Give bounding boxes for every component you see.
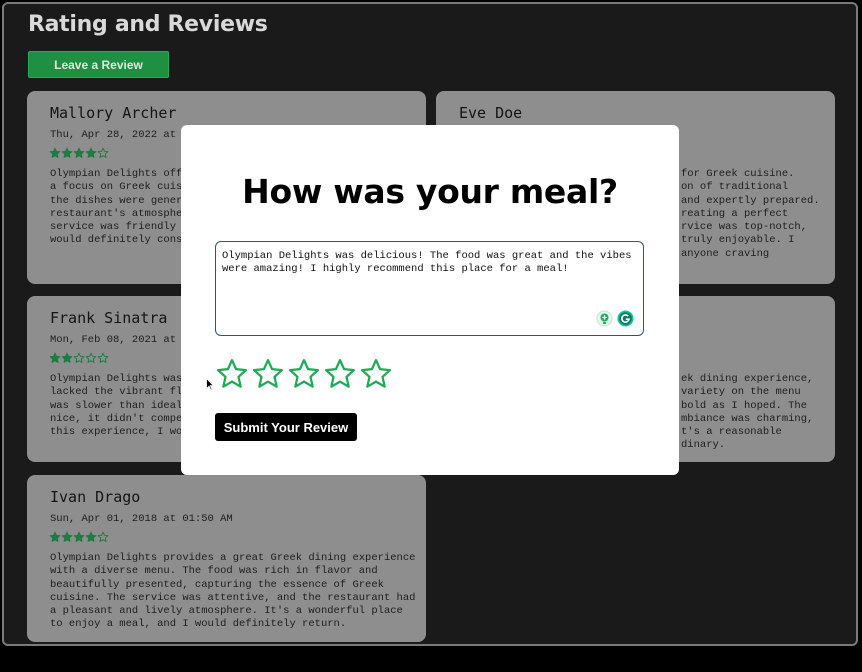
- rating-star-5[interactable]: [358, 357, 394, 391]
- rating-star-3[interactable]: [286, 357, 322, 391]
- review-textarea[interactable]: Olympian Delights was delicious! The foo…: [216, 242, 643, 335]
- reviewer-name: Ivan Drago: [50, 488, 141, 506]
- review-date: Mon, Feb 08, 2021 at 0: [50, 334, 189, 346]
- review-stars: [49, 531, 109, 543]
- star-icon: [360, 358, 392, 388]
- review-textarea-container: Olympian Delights was delicious! The foo…: [215, 241, 644, 336]
- star-icon: [61, 147, 73, 158]
- reviewer-name: Eve Doe: [459, 104, 523, 122]
- grammar-add-icon[interactable]: [596, 310, 613, 327]
- grammarly-icon[interactable]: [617, 310, 634, 327]
- mouse-cursor-icon: [206, 378, 214, 391]
- star-icon: [97, 352, 109, 363]
- star-icon: [49, 352, 61, 363]
- review-text: for Greek cuisine. on of traditional and…: [681, 168, 820, 260]
- rating-star-2[interactable]: [250, 357, 286, 391]
- star-icon: [85, 531, 97, 542]
- review-date: Sun, Apr 01, 2018 at 01:50 AM: [50, 513, 233, 525]
- star-icon: [49, 531, 61, 542]
- rating-star-4[interactable]: [322, 357, 358, 391]
- star-icon: [49, 147, 61, 158]
- star-icon: [216, 358, 248, 388]
- star-icon: [85, 352, 97, 363]
- review-stars: [49, 352, 109, 364]
- leave-review-button[interactable]: Leave a Review: [28, 51, 169, 78]
- star-icon: [73, 147, 85, 158]
- review-text: Olympian Delights provides a great Greek…: [50, 552, 416, 631]
- rating-star-1[interactable]: [214, 357, 250, 391]
- textarea-tools: [596, 310, 634, 327]
- star-icon: [61, 531, 73, 542]
- modal-title: How was your meal?: [242, 172, 618, 211]
- star-icon: [252, 358, 284, 388]
- star-icon: [73, 531, 85, 542]
- page-title: Rating and Reviews: [28, 12, 268, 37]
- star-icon: [324, 358, 356, 388]
- review-date: Thu, Apr 28, 2022 at 0: [50, 129, 189, 141]
- submit-review-button[interactable]: Submit Your Review: [215, 413, 357, 441]
- star-icon: [288, 358, 320, 388]
- review-stars: [49, 147, 109, 159]
- reviewer-name: Frank Sinatra: [50, 309, 168, 327]
- star-icon: [97, 147, 109, 158]
- star-icon: [61, 352, 73, 363]
- review-modal: How was your meal? Olympian Delights was…: [181, 125, 679, 475]
- star-icon: [97, 531, 109, 542]
- star-icon: [85, 147, 97, 158]
- rating-stars: [214, 357, 394, 391]
- review-text: ek dining experience, variety on the men…: [681, 373, 814, 452]
- review-card: Ivan Drago Sun, Apr 01, 2018 at 01:50 AM…: [27, 475, 426, 642]
- star-icon: [73, 352, 85, 363]
- reviewer-name: Mallory Archer: [50, 104, 177, 122]
